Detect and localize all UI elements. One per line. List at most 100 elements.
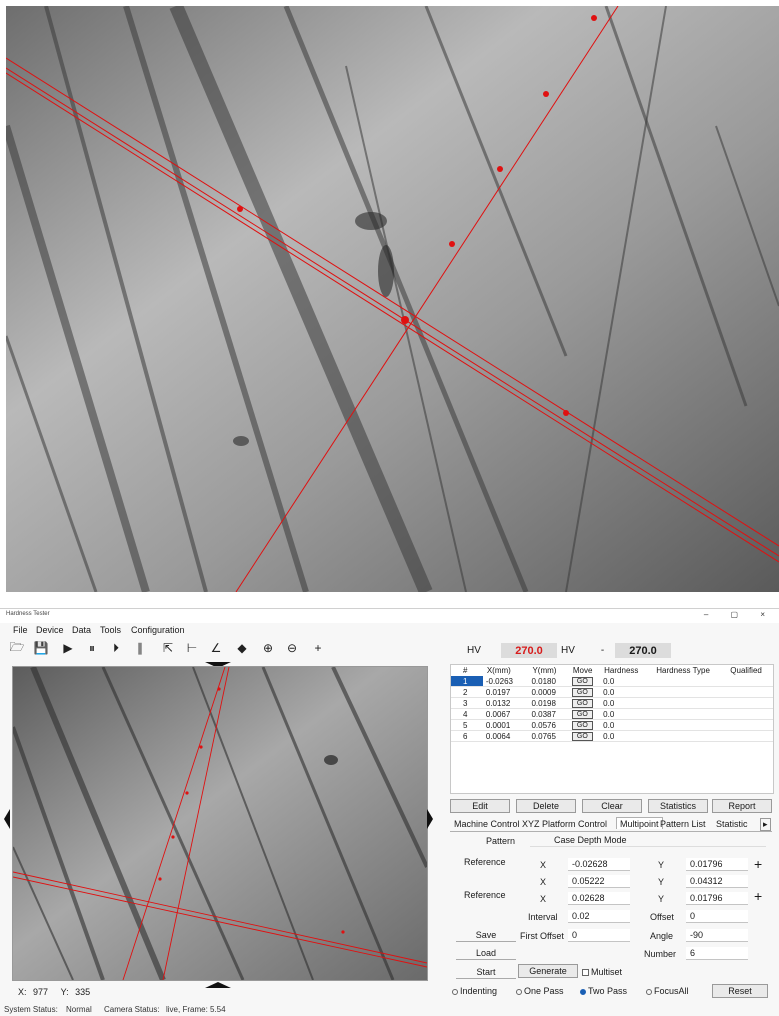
go-button[interactable]: GO [571,710,593,719]
indenting-label: Indenting [460,986,498,996]
first-offset-input[interactable]: 0 [568,929,630,942]
eraser-icon[interactable]: ◆ [234,639,250,657]
row2-x-input[interactable]: 0.05222 [568,875,630,888]
save-pattern-button[interactable]: Save [456,928,516,942]
menu-tools[interactable]: Tools [100,625,121,635]
view-handle-left[interactable] [4,809,10,829]
clear-button[interactable]: Clear [582,799,642,813]
measure-line-icon[interactable]: ⊢ [184,639,200,657]
go-button[interactable]: GO [571,677,593,686]
hardness-readout: HV 270.0 HV - 270.0 [453,642,773,660]
offset-input[interactable]: 0 [686,910,748,923]
cell-qualified [726,697,773,709]
table-row[interactable]: 4 0.0067 0.0387 GO 0.0 [451,708,773,720]
table-row[interactable]: 2 0.0197 0.0009 GO 0.0 [451,686,773,698]
tab-multipoint[interactable]: Multipoint [616,817,663,829]
system-status-label: System Status: [4,1005,58,1014]
zoom-in-icon[interactable]: ⊕ [260,639,276,657]
add-reference-2-button[interactable]: + [754,889,762,903]
cell-y: 0.0387 [528,708,569,720]
cell-x: 0.0132 [482,697,529,709]
two-pass-option[interactable]: Two Pass [580,986,627,996]
report-button[interactable]: Report [712,799,772,813]
tab-statistic[interactable]: Statistic [716,819,756,829]
two-pass-label: Two Pass [588,986,628,996]
angle-icon[interactable]: ∠ [208,639,224,657]
cell-move: GO [568,676,601,687]
table-row[interactable]: 1 -0.0263 0.0180 GO 0.0 [451,676,773,687]
menu-device[interactable]: Device [36,625,64,635]
window-controls[interactable]: – ▢ × [704,610,775,619]
focus-all-option[interactable]: FocusAll [646,986,689,996]
interval-label: Interval [528,912,558,922]
go-button[interactable]: GO [571,688,593,697]
menu-data[interactable]: Data [72,625,91,635]
view-handle-right[interactable] [427,809,433,829]
indenting-radio [452,988,458,995]
col-index: # [463,666,468,675]
ref1-y-input[interactable]: 0.01796 [686,858,748,871]
menu-bar: File Device Data Tools Configuration [0,623,779,637]
pattern-select[interactable]: Case Depth Mode [530,834,766,847]
table-row[interactable]: 3 0.0132 0.0198 GO 0.0 [451,697,773,709]
tab-pattern-list[interactable]: Pattern List [660,819,706,829]
camera-status-label: Camera Status: [104,1005,160,1014]
view-handle-bottom[interactable] [205,980,231,988]
camera-status-value: live, Frame: 5.54 [166,1005,226,1014]
window-title: Hardness Tester [6,611,50,617]
number-input[interactable]: 6 [686,947,748,960]
play-icon[interactable]: ▶ [60,639,76,657]
save-icon[interactable]: 💾 [33,639,49,657]
cell-qualified [726,676,773,687]
pause-icon[interactable]: ⏸ [84,639,100,657]
cell-hardness-type [652,730,727,742]
reset-button[interactable]: Reset [712,984,768,998]
pattern-select-value: Case Depth Mode [554,835,627,845]
stop-icon[interactable]: ∥ [132,639,148,657]
generate-button[interactable]: Generate [518,964,578,978]
cell-qualified [726,719,773,731]
multiset-label: Multiset [591,967,623,977]
focus-all-label: FocusAll [654,986,689,996]
folder-open-icon[interactable]: 🗁 [9,639,25,657]
cell-hardness: 0.0 [600,730,653,742]
hv-unit-select[interactable]: HV - [561,643,611,658]
cell-x: 0.0067 [482,708,529,720]
start-button[interactable]: Start [456,965,516,979]
indenting-checkbox[interactable]: Indenting [452,986,497,996]
ref1-x-input[interactable]: -0.02628 [568,858,630,871]
angle-input[interactable]: -90 [686,929,748,942]
multiset-checkbox[interactable]: Multiset [582,967,622,977]
edit-button[interactable]: Edit [450,799,510,813]
add-reference-1-button[interactable]: + [754,857,762,871]
menu-configuration[interactable]: Configuration [131,625,185,635]
live-camera-view[interactable] [12,666,428,981]
ref2-y-input[interactable]: 0.01796 [686,892,748,905]
go-button[interactable]: GO [571,721,593,730]
go-button[interactable]: GO [571,732,593,741]
number-label: Number [644,949,677,959]
select-icon[interactable]: ⇱ [160,639,176,657]
tab-machine-control[interactable]: Machine Control [454,819,520,829]
tab-xyz-platform-control[interactable]: XYZ Platform Control [522,819,607,829]
interval-input[interactable]: 0.02 [568,910,630,923]
crosshair-icon[interactable]: + [310,639,326,657]
table-row[interactable]: 5 0.0001 0.0576 GO 0.0 [451,719,773,731]
cell-hardness-type [652,719,727,731]
hv-label: HV [467,645,481,656]
load-pattern-button[interactable]: Load [456,946,516,960]
col-x: X(mm) [486,666,511,675]
row2-y-input[interactable]: 0.04312 [686,875,748,888]
zoom-out-icon[interactable]: ⊖ [284,639,300,657]
one-pass-option[interactable]: One Pass [516,986,564,996]
ref2-x-input[interactable]: 0.02628 [568,892,630,905]
delete-button[interactable]: Delete [516,799,576,813]
menu-file[interactable]: File [13,625,28,635]
step-icon[interactable]: ⏵ [108,639,124,657]
go-button[interactable]: GO [571,699,593,708]
statistics-button[interactable]: Statistics [648,799,708,813]
cell-move: GO [568,719,601,731]
table-row[interactable]: 6 0.0064 0.0765 GO 0.0 [451,730,773,742]
tab-scroll-right[interactable]: ▸ [760,818,771,831]
coord-y-label: Y: [60,987,69,997]
